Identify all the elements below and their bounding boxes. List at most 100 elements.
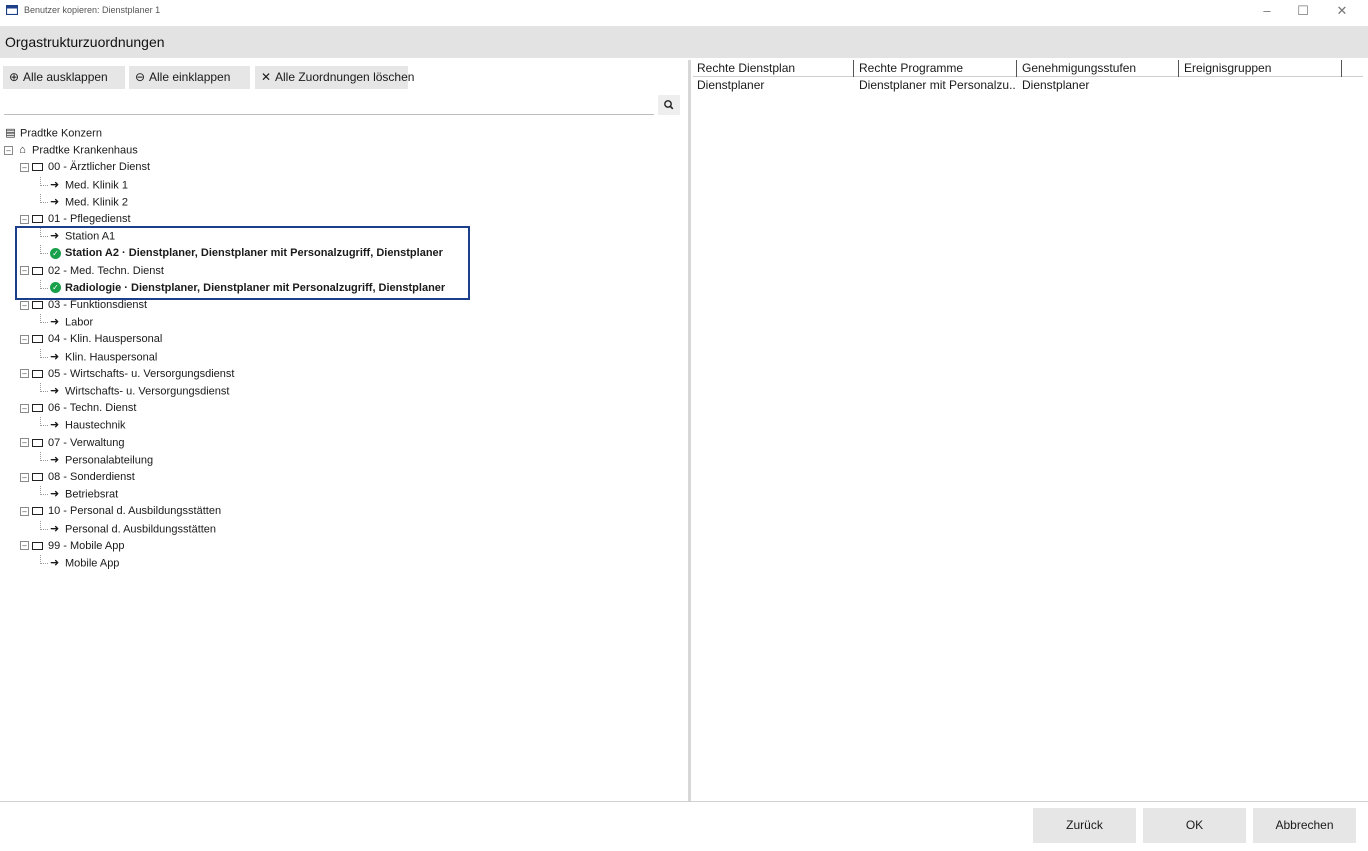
tree-node[interactable]: ➜ Personal d. Ausbildungsstätten xyxy=(40,520,217,538)
arrow-icon: ➜ xyxy=(50,522,60,535)
arrow-icon: ➜ xyxy=(50,316,60,329)
search-input[interactable] xyxy=(4,96,652,114)
tree-node[interactable]: – 05 - Wirtschafts- u. Versorgungsdienst xyxy=(20,366,234,383)
close-button[interactable]: ✕ xyxy=(1329,2,1355,20)
minimize-button[interactable]: – xyxy=(1254,2,1280,20)
collapse-toggle-icon[interactable]: – xyxy=(20,438,29,448)
arrow-icon: ➜ xyxy=(50,419,60,432)
column-header-ereignisgruppen[interactable]: Ereignisgruppen xyxy=(1180,60,1342,77)
column-header-rechte-dienstplan[interactable]: Rechte Dienstplan xyxy=(693,60,854,77)
tree-connector xyxy=(40,193,48,203)
folder-icon xyxy=(32,163,43,172)
tree-connector xyxy=(40,314,48,324)
grid-header: Rechte Dienstplan Rechte Programme Geneh… xyxy=(693,60,1363,77)
cell-rechte-dienstplan: Dienstplaner xyxy=(697,78,765,92)
tree-node[interactable]: ➜ Klin. Hauspersonal xyxy=(40,348,158,366)
collapse-toggle-icon[interactable]: – xyxy=(20,369,29,379)
tree-node[interactable]: ▤ Pradtke Konzern xyxy=(4,125,102,142)
tree-node-label: 99 - Mobile App xyxy=(48,539,125,552)
collapse-toggle-icon[interactable]: – xyxy=(20,403,29,413)
collapse-toggle-icon[interactable]: – xyxy=(20,334,29,344)
arrow-icon: ➜ xyxy=(50,453,60,466)
tree-connector xyxy=(40,451,48,461)
tree-node[interactable]: – ⌂ Pradtke Krankenhaus xyxy=(4,142,138,159)
folder-icon xyxy=(32,507,43,516)
collapse-toggle-icon[interactable]: – xyxy=(4,146,13,156)
tree-node-label: Med. Klinik 2 xyxy=(65,196,128,209)
collapse-toggle-icon[interactable]: – xyxy=(20,214,29,224)
tree-node-label: Wirtschafts- u. Versorgungsdienst xyxy=(65,385,230,398)
section-title: Orgastrukturzuordnungen xyxy=(5,34,165,50)
tree-node[interactable]: ➜ Med. Klinik 1 xyxy=(40,176,128,194)
collapse-toggle-icon[interactable]: – xyxy=(20,162,29,172)
close-icon: ✕ xyxy=(260,70,272,84)
cell-ereignisgruppen xyxy=(1180,77,1341,93)
cell-rechte-programme: Dienstplaner mit Personalzu... xyxy=(859,78,1015,92)
tree-node[interactable]: ➜ Wirtschafts- u. Versorgungsdienst xyxy=(40,383,230,400)
ok-button[interactable]: OK xyxy=(1143,808,1246,843)
tree-node-label: 08 - Sonderdienst xyxy=(48,471,135,483)
tree-connector xyxy=(40,383,48,392)
minus-circle-icon: ⊖ xyxy=(134,70,146,84)
back-button[interactable]: Zurück xyxy=(1033,808,1136,843)
folder-icon xyxy=(32,335,43,344)
tree-node-label: 03 - Funktionsdienst xyxy=(48,299,148,311)
expand-all-button[interactable]: ⊕ Alle ausklappen xyxy=(3,66,125,89)
tree-node[interactable]: – 00 - Ärztlicher Dienst xyxy=(20,159,150,176)
column-header-rechte-programme[interactable]: Rechte Programme xyxy=(855,60,1017,77)
collapse-toggle-icon[interactable]: – xyxy=(20,300,29,310)
arrow-icon: ➜ xyxy=(50,350,60,363)
tree-node-label: 01 - Pflegedienst xyxy=(48,213,131,225)
collapse-toggle-icon[interactable]: – xyxy=(20,541,29,551)
collapse-toggle-icon[interactable]: – xyxy=(20,506,29,516)
tree-connector xyxy=(40,417,48,427)
building-icon: ▤ xyxy=(5,127,16,139)
app-icon xyxy=(6,5,18,15)
tree-connector xyxy=(40,555,48,564)
tree-node-label: Mobile App xyxy=(65,557,120,570)
arrow-icon: ➜ xyxy=(50,178,60,191)
window-title: Benutzer kopieren: Dienstplaner 1 xyxy=(24,5,161,15)
folder-icon xyxy=(32,541,43,550)
clear-assignments-button[interactable]: ✕ Alle Zuordnungen löschen xyxy=(255,66,414,89)
section-header: Orgastrukturzuordnungen xyxy=(0,26,1368,58)
arrow-icon: ➜ xyxy=(50,557,60,569)
search-icon xyxy=(664,100,674,110)
tree-node[interactable]: – 07 - Verwaltung xyxy=(20,435,124,452)
folder-icon xyxy=(32,404,43,413)
arrow-icon: ➜ xyxy=(50,488,60,501)
maximize-button[interactable]: ☐ xyxy=(1290,2,1316,20)
home-icon: ⌂ xyxy=(19,144,26,157)
tree-node[interactable]: ➜ Labor xyxy=(40,314,93,331)
search-button[interactable] xyxy=(658,95,680,115)
tree-node[interactable]: ➜ Betriebsrat xyxy=(40,486,118,503)
column-header-genehmigungsstufen[interactable]: Genehmigungsstufen xyxy=(1018,60,1179,77)
tree-node-label: Personalabteilung xyxy=(65,454,154,467)
tree-node-label: Pradtke Krankenhaus xyxy=(32,144,138,157)
folder-icon xyxy=(32,369,43,378)
tree-node[interactable]: – 99 - Mobile App xyxy=(20,538,124,555)
tree-node[interactable]: ➜ Mobile App xyxy=(40,555,120,572)
tree-node[interactable]: – 06 - Techn. Dienst xyxy=(20,400,136,417)
search-underline xyxy=(4,114,654,115)
collapse-toggle-icon[interactable]: – xyxy=(20,472,29,482)
tree-connector xyxy=(40,348,48,358)
tree-node-label: 06 - Techn. Dienst xyxy=(48,402,137,415)
tree-connector xyxy=(40,486,48,496)
tree-node-label: Klin. Hauspersonal xyxy=(65,351,158,363)
tree-node[interactable]: ➜ Personalabteilung xyxy=(40,451,154,469)
collapse-all-button[interactable]: ⊖ Alle einklappen xyxy=(129,66,250,89)
tree-node[interactable]: ➜ Haustechnik xyxy=(40,417,126,434)
cancel-button[interactable]: Abbrechen xyxy=(1253,808,1356,843)
pane-splitter[interactable] xyxy=(688,60,691,801)
tree-node-label: 00 - Ärztlicher Dienst xyxy=(48,161,151,174)
tree-node[interactable]: ➜ Med. Klinik 2 xyxy=(40,193,128,211)
tree-node[interactable]: – 08 - Sonderdienst xyxy=(20,469,135,486)
tree-node-label: Haustechnik xyxy=(65,419,126,432)
tree-node[interactable]: – 10 - Personal d. Ausbildungsstätten xyxy=(20,503,221,520)
tree-node-label: Personal d. Ausbildungsstätten xyxy=(65,523,217,535)
folder-icon xyxy=(32,473,43,482)
tree-node[interactable]: – 04 - Klin. Hauspersonal xyxy=(20,331,162,348)
tree-node-label: 04 - Klin. Hauspersonal xyxy=(48,333,163,346)
highlight-box xyxy=(15,226,470,300)
